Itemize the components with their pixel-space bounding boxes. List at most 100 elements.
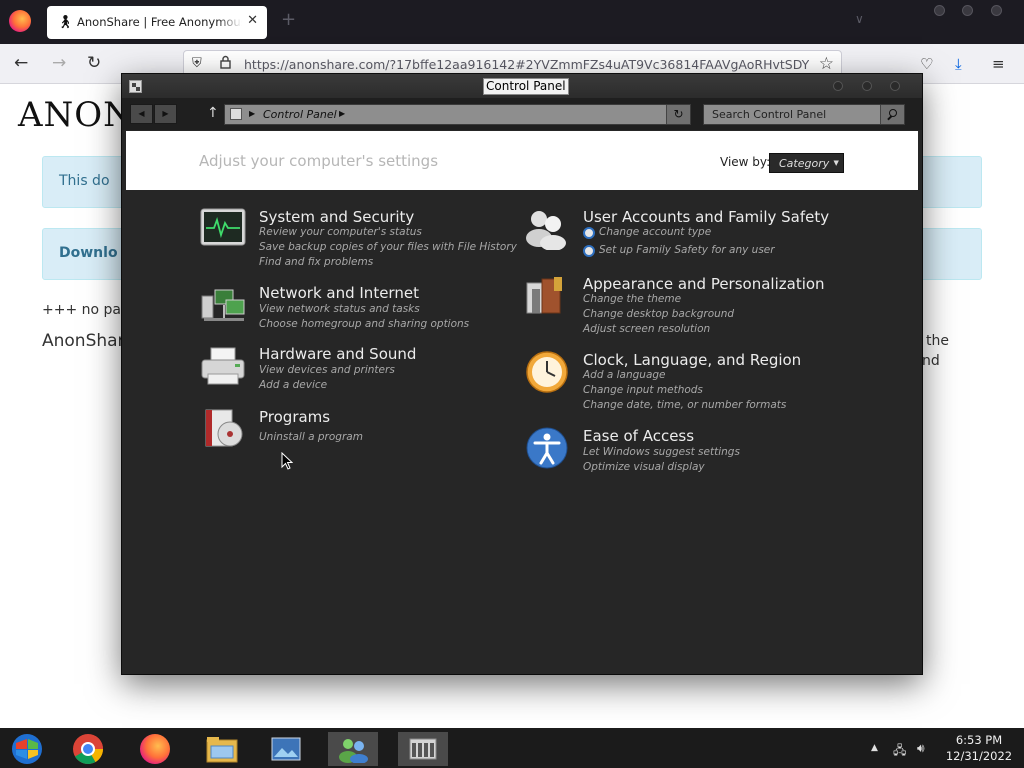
category-title[interactable]: Appearance and Personalization xyxy=(583,275,825,293)
view-by-label: View by: xyxy=(720,155,771,169)
category-link[interactable]: Change desktop background xyxy=(583,308,734,320)
control-panel-titlebar[interactable]: Control Panel xyxy=(122,74,922,98)
downloads-icon[interactable]: ⤓ xyxy=(955,55,962,73)
category-link[interactable]: Let Windows suggest settings xyxy=(583,446,740,458)
category-link[interactable]: Add a language xyxy=(583,369,666,381)
new-tab-icon[interactable]: + xyxy=(281,11,296,29)
category-link[interactable]: View network status and tasks xyxy=(259,303,420,315)
printer-icon[interactable] xyxy=(200,345,246,387)
breadcrumb-arrow-icon[interactable]: ▶ xyxy=(339,109,345,118)
reload-icon[interactable]: ↻ xyxy=(87,54,101,72)
category-title[interactable]: User Accounts and Family Safety xyxy=(583,208,829,226)
lock-icon[interactable] xyxy=(220,55,231,69)
volume-icon[interactable]: 🔊︎ xyxy=(917,741,925,756)
window-close-button[interactable] xyxy=(991,5,1002,16)
ease-of-access-icon[interactable] xyxy=(524,427,570,469)
firefox-menu-icon[interactable] xyxy=(9,10,31,32)
pocket-icon[interactable]: ♡ xyxy=(920,55,933,73)
forward-arrow-icon[interactable]: → xyxy=(52,54,66,72)
maximize-button[interactable] xyxy=(862,81,872,91)
start-button[interactable] xyxy=(2,732,52,766)
category-title[interactable]: Network and Internet xyxy=(259,284,419,302)
address-bar[interactable]: ▶ Control Panel ▶ ↻ xyxy=(224,104,691,125)
category-link[interactable]: Find and fix problems xyxy=(259,256,373,268)
category-link[interactable]: Save backup copies of your files with Fi… xyxy=(259,241,517,253)
taskbar-photos[interactable] xyxy=(261,732,311,766)
chevron-down-icon: ▼ xyxy=(831,159,839,167)
category-link[interactable]: Change date, time, or number formats xyxy=(583,399,786,411)
network-icon[interactable]: 🖧︎ xyxy=(893,741,906,762)
taskbar-firefox[interactable] xyxy=(130,732,180,766)
category-link[interactable]: Change the theme xyxy=(583,293,681,305)
category-link[interactable]: Uninstall a program xyxy=(259,431,363,443)
category-programs: Programs Uninstall a program xyxy=(200,408,520,448)
network-internet-icon[interactable] xyxy=(200,284,246,326)
category-link[interactable]: Change account type xyxy=(583,226,711,239)
window-maximize-button[interactable] xyxy=(962,5,973,16)
search-box[interactable]: Search Control Panel xyxy=(703,104,905,125)
control-panel-header: Adjust your computer's settings View by:… xyxy=(126,131,918,190)
category-link[interactable]: Adjust screen resolution xyxy=(583,323,710,335)
firefox-icon xyxy=(140,734,170,764)
category-link[interactable]: Review your computer's status xyxy=(259,226,422,238)
browser-tab-active[interactable]: 🚶︎ AnonShare | Free Anonymous File Shari… xyxy=(47,6,267,39)
up-arrow-icon[interactable]: ↑ xyxy=(207,105,219,121)
category-ease-of-access: Ease of Access Let Windows suggest setti… xyxy=(524,427,914,477)
category-link[interactable]: Change input methods xyxy=(583,384,703,396)
control-panel-system-icon[interactable] xyxy=(129,80,142,93)
photos-icon xyxy=(271,737,301,761)
taskbar-clock[interactable]: 6:53 PM 12/31/2022 xyxy=(944,732,1014,764)
category-title[interactable]: Ease of Access xyxy=(583,427,694,445)
taskbar-users-app[interactable] xyxy=(328,732,378,766)
uac-shield-icon xyxy=(583,227,595,239)
close-button[interactable] xyxy=(890,81,900,91)
view-by-dropdown[interactable]: Category ▼ xyxy=(769,153,844,173)
windows-start-icon xyxy=(12,734,42,764)
hamburger-menu-icon[interactable]: ≡ xyxy=(992,55,1005,73)
taskbar-file-explorer[interactable] xyxy=(197,732,247,766)
tab-title: AnonShare | Free Anonymous File Sharing xyxy=(77,15,242,29)
browser-tab-bar: 🚶︎ AnonShare | Free Anonymous File Shari… xyxy=(0,0,1024,44)
tab-close-icon[interactable]: ✕ xyxy=(247,13,258,28)
bookmark-star-icon[interactable]: ☆ xyxy=(819,54,834,74)
appearance-icon[interactable] xyxy=(524,275,570,317)
walking-man-icon: 🚶︎ xyxy=(57,15,74,30)
explorer-toolbar: ◀ ▶ ↑ ▶ Control Panel ▶ ↻ Search Control… xyxy=(122,98,922,130)
page-title: Adjust your computer's settings xyxy=(199,152,439,170)
search-input[interactable]: Search Control Panel xyxy=(712,108,826,121)
category-link-text: Set up Family Safety for any user xyxy=(599,244,775,256)
category-link[interactable]: Choose homegroup and sharing options xyxy=(259,318,469,330)
search-icon[interactable] xyxy=(880,105,904,124)
url-text[interactable]: https://anonshare.com/?17bffe12aa916142#… xyxy=(244,57,809,72)
category-link[interactable]: Add a device xyxy=(259,379,327,391)
breadcrumb[interactable]: Control Panel xyxy=(263,108,337,121)
back-button[interactable]: ◀ xyxy=(130,104,153,124)
minimize-button[interactable] xyxy=(833,81,843,91)
category-title[interactable]: Hardware and Sound xyxy=(259,345,416,363)
programs-cd-icon[interactable] xyxy=(200,408,246,450)
category-title[interactable]: System and Security xyxy=(259,208,414,226)
category-link[interactable]: Optimize visual display xyxy=(583,461,705,473)
tracking-shield-icon[interactable]: ⛨ xyxy=(192,56,202,71)
category-link[interactable]: View devices and printers xyxy=(259,364,395,376)
refresh-icon[interactable]: ↻ xyxy=(666,105,690,124)
info-alert-text: This do xyxy=(59,173,110,189)
control-panel-window: Control Panel ◀ ▶ ↑ ▶ Control Panel ▶ ↻ … xyxy=(122,74,922,674)
back-arrow-icon[interactable]: ← xyxy=(14,54,28,72)
taskbar-control-panel[interactable] xyxy=(398,732,448,766)
clock-icon[interactable] xyxy=(524,351,570,393)
breadcrumb-arrow-icon[interactable]: ▶ xyxy=(249,109,255,118)
user-accounts-icon[interactable] xyxy=(524,208,570,250)
list-all-tabs-icon[interactable]: ∨ xyxy=(855,12,864,26)
window-minimize-button[interactable] xyxy=(934,5,945,16)
system-security-monitor-icon[interactable] xyxy=(200,208,246,250)
taskbar-chrome[interactable] xyxy=(63,732,113,766)
show-hidden-icons-icon[interactable]: ▲ xyxy=(871,743,878,753)
category-title[interactable]: Programs xyxy=(259,408,330,426)
window-title: Control Panel xyxy=(483,78,569,95)
forward-button[interactable]: ▶ xyxy=(154,104,177,124)
category-link[interactable]: Set up Family Safety for any user xyxy=(583,244,775,257)
mouse-cursor-icon xyxy=(281,452,293,470)
category-title[interactable]: Clock, Language, and Region xyxy=(583,351,801,369)
view-by-value: Category xyxy=(779,157,830,170)
